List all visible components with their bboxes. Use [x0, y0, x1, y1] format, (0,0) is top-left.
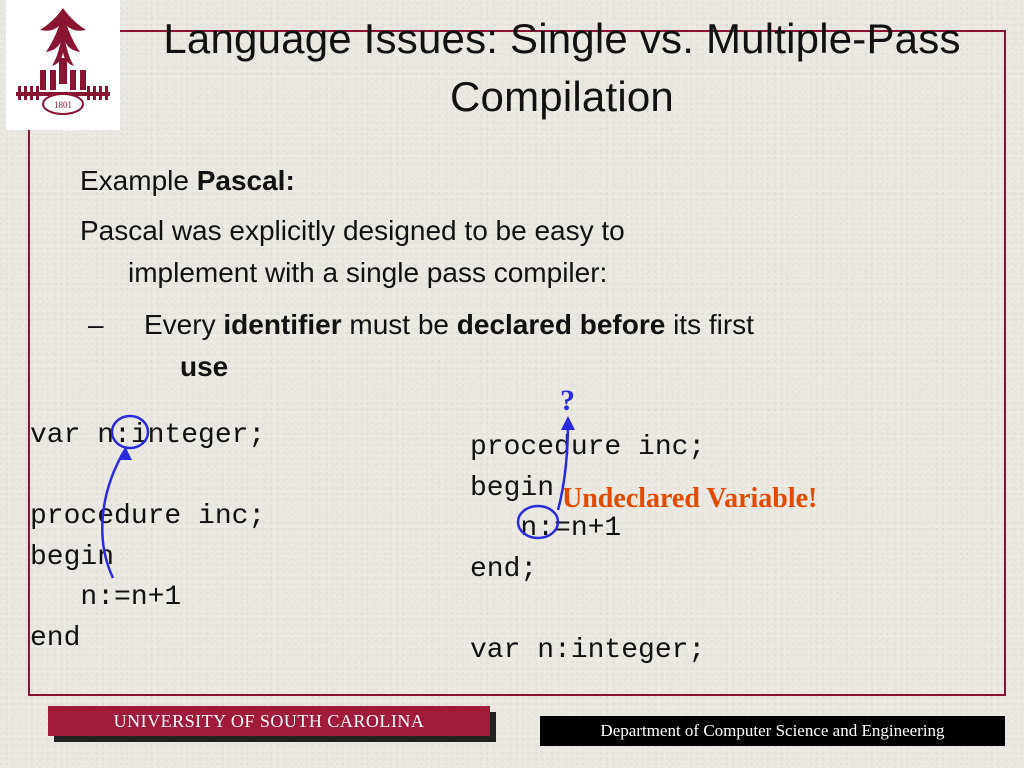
question-mark-annotation: ?: [560, 384, 575, 418]
desc-line1: Pascal was explicitly designed to be eas…: [80, 215, 625, 246]
bullet-t1: Every: [144, 309, 223, 340]
code-block-right: procedure inc; begin n:=n+1 end; var n:i…: [470, 428, 705, 672]
usc-logo: 1801: [6, 0, 120, 130]
bullet-b1: identifier: [223, 309, 341, 340]
slide-body: Example Pascal: Pascal was explicitly de…: [80, 160, 974, 388]
bullet-b2: declared before: [457, 309, 666, 340]
bullet-b3: use: [144, 346, 974, 388]
example-line: Example Pascal:: [80, 160, 974, 202]
desc-line2: implement with a single pass compiler:: [80, 252, 974, 294]
bullet-dash: –: [116, 304, 144, 346]
undeclared-variable-label: Undeclared Variable!: [562, 483, 817, 515]
footer-university: UNIVERSITY OF SOUTH CAROLINA: [48, 706, 490, 736]
bullet-t2: must be: [342, 309, 457, 340]
svg-text:1801: 1801: [54, 100, 72, 110]
bullet-rule: – Every identifier must be declared befo…: [80, 304, 974, 388]
example-prefix: Example: [80, 165, 197, 196]
example-lang: Pascal:: [197, 165, 295, 196]
footer-department: Department of Computer Science and Engin…: [540, 716, 1005, 746]
code-block-left: var n:integer; procedure inc; begin n:=n…: [30, 416, 265, 660]
slide-root: 1801 Language Issues: Single vs. Multipl…: [0, 0, 1024, 768]
slide-title: Language Issues: Single vs. Multiple-Pas…: [130, 10, 994, 126]
description-line: Pascal was explicitly designed to be eas…: [80, 210, 974, 294]
bullet-t3: its first: [665, 309, 754, 340]
